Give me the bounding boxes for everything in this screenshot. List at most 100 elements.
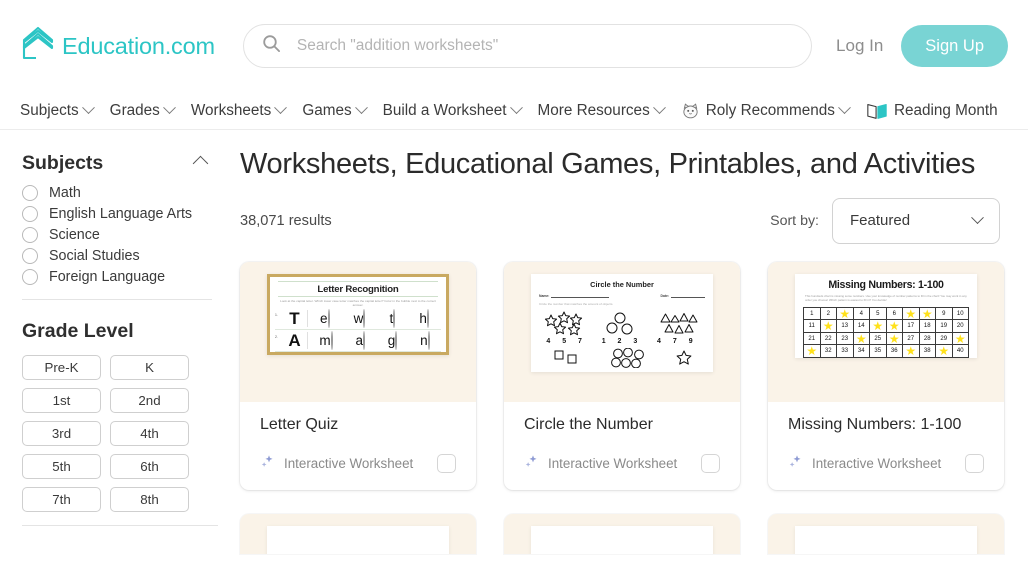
sparkle-icon [524, 454, 539, 474]
grade-button-4th[interactable]: 4th [110, 421, 189, 446]
grade-button-k[interactable]: K [110, 355, 189, 380]
login-link[interactable]: Log In [836, 36, 883, 56]
chevron-down-icon [162, 101, 176, 115]
nav-item-more-resources[interactable]: More Resources [538, 101, 666, 120]
worksheet-instructions: This hundreds chart is missing some numb… [805, 293, 967, 303]
search-bar[interactable] [242, 24, 813, 68]
radio-icon[interactable] [22, 227, 38, 243]
hundreds-chart-cell: 1 [804, 307, 821, 321]
nav-item-build-a-worksheet[interactable]: Build a Worksheet [383, 101, 523, 120]
missing-number-star-icon: ★ [903, 308, 920, 321]
subject-option-math[interactable]: Math [22, 185, 212, 201]
grade-button-8th[interactable]: 8th [110, 487, 189, 512]
card-body: Circle the Number Interactive Worksheet [504, 402, 740, 490]
grade-button-1st[interactable]: 1st [22, 388, 101, 413]
nav-item-worksheets[interactable]: Worksheets [191, 101, 288, 120]
nav-item-roly-recommends[interactable]: Roly Recommends [681, 101, 851, 120]
option-letter: a [355, 332, 363, 348]
result-card-partial[interactable] [240, 513, 476, 554]
card-select-checkbox[interactable] [965, 454, 984, 474]
radio-icon[interactable] [22, 248, 38, 264]
name-label: Name: [539, 293, 550, 298]
filters-sidebar: Subjects Math English Language Arts Scie… [0, 130, 232, 578]
missing-number-star-icon: ★ [837, 308, 854, 321]
hundreds-chart-cell: 38 [919, 345, 936, 358]
card-select-checkbox[interactable] [437, 454, 456, 474]
grade-button-7th[interactable]: 7th [22, 487, 101, 512]
circle-cluster-icon [608, 348, 654, 372]
chevron-down-icon [274, 101, 288, 115]
hundreds-chart-cell: 19 [936, 320, 953, 333]
chevron-down-icon [838, 101, 851, 115]
signup-button[interactable]: Sign Up [901, 25, 1008, 67]
chevron-up-icon[interactable] [192, 155, 209, 172]
object-group-triangles: 4 7 9 [651, 311, 703, 345]
missing-number-star-icon: ★ [804, 345, 821, 358]
result-card-circle-the-number[interactable]: Circle the Number Name: Date: Circle the… [504, 261, 740, 490]
card-select-checkbox[interactable] [701, 454, 720, 474]
chevron-down-icon [652, 101, 666, 115]
decorative-rule [278, 281, 438, 283]
radio-icon[interactable] [22, 269, 38, 285]
radio-icon[interactable] [22, 206, 38, 222]
subjects-filter-header[interactable]: Subjects [22, 152, 212, 175]
results-grid: Letter Recognition Look at the capital l… [240, 261, 1004, 490]
subject-option-social-studies[interactable]: Social Studies [22, 248, 212, 264]
missing-number-star-icon: ★ [853, 333, 870, 346]
hundreds-chart-cell: 32 [820, 345, 837, 358]
option-letter: h [419, 310, 427, 326]
results-toolbar: 38,071 results Sort by: Featured [240, 197, 1000, 244]
grade-level-options: Pre-K K 1st 2nd 3rd 4th 5th 6th 7th 8th [22, 355, 212, 512]
worksheet-missing-numbers: Missing Numbers: 1-100 This hundreds cha… [795, 273, 977, 358]
grade-button-3rd[interactable]: 3rd [22, 421, 101, 446]
result-card-letter-quiz[interactable]: Letter Recognition Look at the capital l… [240, 261, 476, 490]
bubble-icon [393, 308, 396, 328]
card-title: Circle the Number [524, 415, 653, 433]
nav-item-reading-month[interactable]: Reading Month [866, 101, 998, 121]
hundreds-chart-cell: 9 [936, 307, 953, 321]
nav-label: Subjects [20, 101, 79, 119]
sort-select[interactable]: Featured [832, 197, 1000, 244]
radio-icon[interactable] [22, 185, 38, 201]
missing-number-star-icon: ★ [886, 333, 903, 346]
hundreds-chart-cell: 34 [853, 345, 870, 358]
worksheet-instructions: Look at the capital letter. Which lower … [280, 298, 436, 308]
search-input[interactable] [294, 36, 794, 56]
chevron-down-icon [971, 211, 984, 225]
grade-button-6th[interactable]: 6th [110, 454, 189, 479]
worksheet-row: 1. T e w t h [275, 308, 441, 330]
sparkle-icon [788, 454, 803, 474]
hundreds-chart-cell: 28 [919, 332, 936, 346]
object-group-stars: 4 5 7 [541, 311, 593, 345]
date-field: Date: [661, 294, 705, 298]
chevron-down-icon [509, 101, 523, 115]
result-card-partial[interactable] [768, 513, 1004, 554]
card-meta: Interactive Worksheet [524, 454, 720, 474]
nav-item-subjects[interactable]: Subjects [20, 101, 95, 120]
number-choices: 4 5 7 [546, 337, 587, 345]
worksheet-title: Circle the Number [590, 279, 654, 289]
missing-number-star-icon: ★ [936, 345, 953, 358]
result-card-partial[interactable] [504, 513, 740, 554]
subject-option-english-language-arts[interactable]: English Language Arts [22, 206, 212, 222]
triangle-cluster-icon [651, 311, 703, 337]
result-card-missing-numbers[interactable]: Missing Numbers: 1-100 This hundreds cha… [768, 261, 1004, 490]
worksheet-title: Letter Recognition [317, 283, 399, 295]
page-body: Subjects Math English Language Arts Scie… [0, 130, 1028, 578]
grade-button-5th[interactable]: 5th [22, 454, 101, 479]
hundreds-chart-cell: 23 [837, 332, 854, 346]
grade-button-2nd[interactable]: 2nd [110, 388, 189, 413]
worksheet-groups: 4 5 7 1 2 3 4 7 9 [539, 311, 705, 345]
roly-mascot-icon [681, 101, 700, 120]
nav-item-games[interactable]: Games [302, 101, 368, 120]
grade-button-pre-k[interactable]: Pre-K [22, 355, 101, 380]
subject-label: English Language Arts [49, 206, 193, 222]
nav-item-grades[interactable]: Grades [110, 101, 176, 120]
site-logo[interactable]: Education.com [20, 26, 215, 66]
card-title: Missing Numbers: 1-100 [788, 415, 962, 433]
subject-option-foreign-language[interactable]: Foreign Language [22, 269, 212, 285]
bubble-icon [395, 330, 398, 350]
hundreds-chart-cell: 25 [870, 332, 887, 346]
subject-option-science[interactable]: Science [22, 227, 212, 243]
nav-label: Games [302, 101, 352, 119]
